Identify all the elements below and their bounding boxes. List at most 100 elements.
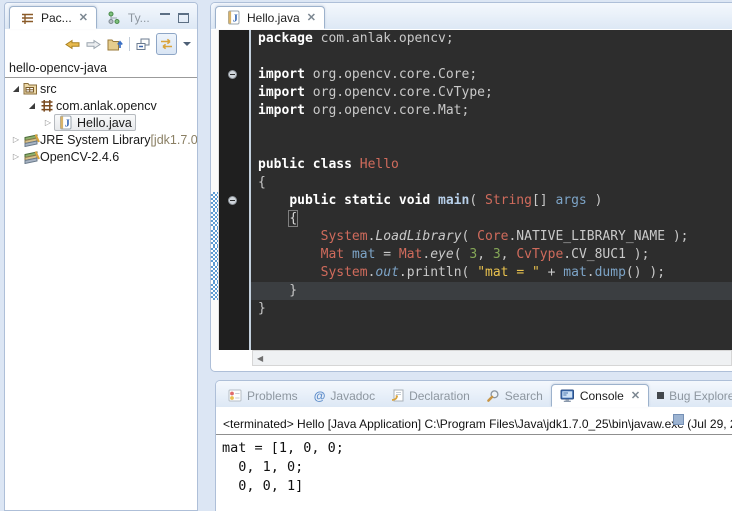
tree-item-src[interactable]: ◢ src xyxy=(5,80,197,97)
tree-item-label: OpenCV-2.4.6 xyxy=(40,150,119,164)
annotation-ruler xyxy=(211,300,219,318)
project-root[interactable]: hello-opencv-java xyxy=(5,58,197,77)
annotation-ruler xyxy=(211,174,219,192)
fold-gutter xyxy=(219,282,249,300)
tab-label: Console xyxy=(580,389,624,403)
console-toolbar-icon[interactable] xyxy=(673,414,684,425)
source-folder-icon xyxy=(22,82,40,95)
tree-item-label: com.anlak.opencv xyxy=(56,99,157,113)
annotation-ruler xyxy=(211,102,219,120)
close-icon[interactable]: ✕ xyxy=(79,11,88,24)
tab-hello-java[interactable]: J Hello.java ✕ xyxy=(215,6,325,29)
console-output-line: 0, 0, 1] xyxy=(222,477,732,496)
code-line: package com.anlak.opencv; xyxy=(211,30,732,48)
link-with-editor-icon[interactable] xyxy=(156,33,177,55)
tab-package-explorer[interactable]: Pac... ✕ xyxy=(9,6,97,29)
annotation-ruler xyxy=(211,156,219,174)
javadoc-icon: @ xyxy=(314,389,326,403)
editor-tabstrip: J Hello.java ✕ xyxy=(211,3,732,29)
fold-gutter xyxy=(219,138,249,156)
package-explorer-toolbar xyxy=(5,29,197,58)
collapse-arrow-icon[interactable]: ◢ xyxy=(26,101,38,110)
code-line: import org.opencv.core.Mat; xyxy=(211,102,732,120)
collapse-arrow-icon[interactable]: ◢ xyxy=(10,84,22,93)
code-line-text: System.out.println( "mat = " + mat.dump(… xyxy=(251,264,732,282)
tab-declaration[interactable]: Declaration xyxy=(383,384,478,407)
console-output[interactable]: mat = [1, 0, 0; 0, 1, 0; 0, 0, 1] xyxy=(216,435,732,496)
code-line: { xyxy=(211,174,732,192)
annotation-ruler xyxy=(211,48,219,66)
tab-console[interactable]: Console ✕ xyxy=(551,384,649,407)
code-line: System.out.println( "mat = " + mat.dump(… xyxy=(211,264,732,282)
tree-item-label: Hello.java xyxy=(77,116,132,130)
annotation-ruler xyxy=(211,30,219,48)
code-editor[interactable]: package com.anlak.opencv; import org.open… xyxy=(211,30,732,350)
declaration-icon xyxy=(391,389,404,402)
view-menu-icon[interactable] xyxy=(183,35,191,53)
method-range-indicator xyxy=(211,264,219,282)
tab-problems[interactable]: Problems xyxy=(220,384,306,407)
fold-gutter xyxy=(219,30,249,48)
horizontal-scrollbar[interactable]: ◀ xyxy=(252,350,732,366)
tree-separator xyxy=(5,77,197,78)
tree-item-jre-system-library[interactable]: ▷JRE System Library [jdk1.7.0 xyxy=(5,131,197,148)
annotation-ruler xyxy=(211,318,219,350)
console-process-title: <terminated> Hello [Java Application] C:… xyxy=(216,415,732,435)
forward-icon[interactable] xyxy=(86,35,101,53)
tab-label: Declaration xyxy=(409,389,470,403)
code-line-text xyxy=(251,318,732,350)
annotation-ruler xyxy=(211,66,219,84)
tree-item-com.anlak.opencv[interactable]: ◢ com.anlak.opencv xyxy=(5,97,197,114)
fold-gutter xyxy=(219,300,249,318)
eclipse-workbench: Pac... ✕ Ty... xyxy=(0,0,732,511)
maximize-icon[interactable] xyxy=(178,13,189,23)
code-line-text: System.LoadLibrary( Core.NATIVE_LIBRARY_… xyxy=(251,228,732,246)
scroll-left-icon[interactable]: ◀ xyxy=(253,354,263,363)
tree-item-hello.java[interactable]: ▷ J Hello.java xyxy=(5,114,197,131)
fold-collapse-icon[interactable] xyxy=(228,196,237,205)
tab-label: Search xyxy=(505,389,543,403)
tab-type-hierarchy[interactable]: Ty... xyxy=(97,6,158,29)
tab-label: Javadoc xyxy=(330,389,375,403)
fold-collapse-icon[interactable] xyxy=(228,70,237,79)
tree-item-opencv-2.4.6[interactable]: ▷ OpenCV-2.4.6 xyxy=(5,148,197,165)
method-range-indicator xyxy=(211,246,219,264)
svg-text:J: J xyxy=(232,14,237,25)
console-output-line: mat = [1, 0, 0; xyxy=(222,439,732,458)
code-line: } xyxy=(211,282,732,300)
package-explorer-tree[interactable]: ◢src◢com.anlak.opencv▷JHello.java▷JRE Sy… xyxy=(5,80,197,165)
console-tabstrip: Problems @ Javadoc Declaration Search Console… xyxy=(216,381,732,407)
expand-arrow-icon[interactable]: ▷ xyxy=(10,135,22,144)
close-icon[interactable]: ✕ xyxy=(307,11,316,24)
code-line-text: import org.opencv.core.Core; xyxy=(251,66,732,84)
console-output-line: 0, 1, 0; xyxy=(222,458,732,477)
tab-bug-explorer[interactable]: Bug Explorer xyxy=(649,384,732,407)
go-up-icon[interactable] xyxy=(107,35,123,53)
toolbar-separator xyxy=(129,37,130,51)
collapse-all-icon[interactable] xyxy=(136,35,150,53)
selected-tree-item[interactable]: J Hello.java xyxy=(54,114,136,131)
method-range-indicator xyxy=(211,192,219,210)
library-icon xyxy=(22,133,40,147)
expand-arrow-icon[interactable]: ▷ xyxy=(42,118,54,127)
package-explorer-icon xyxy=(18,12,36,24)
minimize-icon[interactable] xyxy=(160,13,170,23)
method-range-indicator xyxy=(211,282,219,300)
tree-item-decoration: [jdk1.7.0 xyxy=(150,133,197,147)
annotation-ruler xyxy=(211,138,219,156)
fold-gutter xyxy=(219,210,249,228)
fold-gutter xyxy=(219,192,249,210)
tab-javadoc[interactable]: @ Javadoc xyxy=(306,384,383,407)
package-explorer-tabstrip: Pac... ✕ Ty... xyxy=(5,3,197,29)
expand-arrow-icon[interactable]: ▷ xyxy=(10,152,22,161)
bug-icon xyxy=(657,392,664,399)
tab-search[interactable]: Search xyxy=(478,384,551,407)
close-icon[interactable]: ✕ xyxy=(631,389,640,402)
code-editor-filler xyxy=(211,318,732,350)
fold-gutter xyxy=(219,156,249,174)
code-line-text xyxy=(251,48,732,66)
back-icon[interactable] xyxy=(65,35,80,53)
svg-text:J: J xyxy=(64,119,69,130)
tree-item-label: src xyxy=(40,82,57,96)
code-line-text: import org.opencv.core.Mat; xyxy=(251,102,732,120)
